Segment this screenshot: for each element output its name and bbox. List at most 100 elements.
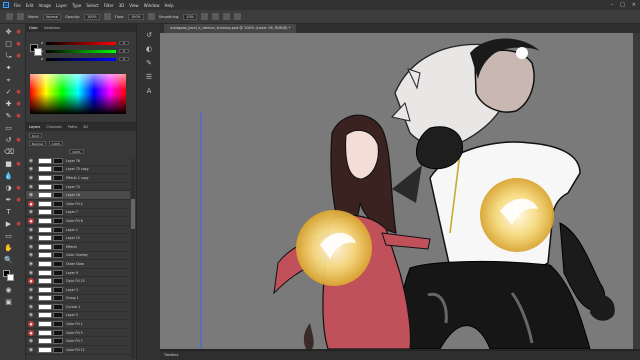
layer-row[interactable]: ◉ Group 1 bbox=[26, 295, 130, 304]
layer-name[interactable]: Curves 1 bbox=[66, 305, 80, 309]
tab-channels[interactable]: Channels bbox=[46, 125, 62, 129]
blend-mode-select[interactable]: Normal bbox=[29, 140, 46, 146]
eraser-tool-icon[interactable]: ⌫ bbox=[4, 148, 14, 157]
mode-select[interactable]: Normal bbox=[43, 13, 62, 20]
color-spectrum[interactable] bbox=[30, 74, 126, 114]
layer-name[interactable]: Layer 76 bbox=[66, 159, 80, 163]
layer-name[interactable]: Color Fill 15 bbox=[66, 279, 85, 283]
canvas[interactable] bbox=[160, 33, 633, 349]
visibility-eye-icon[interactable]: ● bbox=[28, 321, 34, 328]
brush-settings-icon[interactable] bbox=[17, 13, 24, 20]
visibility-eye-icon[interactable]: ◉ bbox=[28, 175, 34, 181]
healing-tool-icon[interactable]: ✚ bbox=[4, 100, 13, 109]
layer-row[interactable]: ◉ Color Fill 7 bbox=[26, 337, 130, 347]
menu-view[interactable]: View bbox=[129, 3, 139, 8]
visibility-eye-icon[interactable]: ◉ bbox=[28, 295, 34, 301]
gradient-tool-icon[interactable]: ■ bbox=[4, 160, 13, 169]
menu-3d[interactable]: 3D bbox=[119, 3, 125, 8]
red-slider[interactable] bbox=[46, 42, 116, 45]
angle-icon[interactable] bbox=[211, 13, 219, 20]
layers-scrollbar-thumb[interactable] bbox=[131, 199, 135, 229]
layer-name[interactable]: Color Overlay bbox=[66, 253, 88, 257]
menu-help[interactable]: Help bbox=[164, 3, 173, 8]
menu-layer[interactable]: Layer bbox=[56, 3, 67, 8]
smoothing-field[interactable]: 10% bbox=[183, 13, 197, 20]
pressure-opacity-icon[interactable] bbox=[103, 13, 111, 20]
visibility-eye-icon[interactable]: ◉ bbox=[28, 209, 34, 215]
tab-color[interactable]: Color bbox=[29, 26, 38, 30]
visibility-eye-icon[interactable]: ◉ bbox=[28, 158, 34, 164]
layer-row[interactable]: ◉ Layer 75 copy bbox=[26, 166, 130, 175]
move-tool-icon[interactable]: ✥ bbox=[4, 28, 13, 37]
maximize-icon[interactable]: □ bbox=[620, 2, 625, 8]
layer-name[interactable]: Layer 15 bbox=[66, 236, 80, 240]
menu-select[interactable]: Select bbox=[86, 3, 98, 8]
menu-image[interactable]: Image bbox=[38, 3, 51, 8]
eyedropper-tool-icon[interactable]: ✓ bbox=[4, 88, 13, 97]
visibility-eye-icon[interactable]: ◉ bbox=[28, 244, 34, 250]
properties-panel-icon[interactable]: ☰ bbox=[144, 72, 154, 82]
tab-layers[interactable]: Layers bbox=[29, 125, 40, 129]
layer-name[interactable]: Color Fill 1 bbox=[66, 322, 83, 326]
layer-name[interactable]: Layer 9 bbox=[66, 271, 78, 275]
layer-row[interactable]: ◉ Layer 15 bbox=[26, 234, 130, 243]
history-panel-icon[interactable]: ↺ bbox=[144, 30, 154, 40]
close-icon[interactable]: × bbox=[632, 2, 636, 8]
timeline-label[interactable]: Timeline bbox=[164, 353, 178, 357]
layer-name[interactable]: Layer 3 bbox=[66, 288, 78, 292]
visibility-eye-icon[interactable]: ◉ bbox=[28, 184, 34, 190]
adjustments-panel-icon[interactable]: ◐ bbox=[144, 44, 154, 54]
layer-name[interactable]: Layer 75 copy bbox=[66, 167, 89, 171]
layers-scrollbar[interactable] bbox=[131, 159, 135, 359]
background-color-swatch[interactable] bbox=[7, 274, 14, 281]
visibility-eye-icon[interactable]: ◉ bbox=[28, 235, 34, 241]
menu-window[interactable]: Window bbox=[144, 3, 160, 8]
layer-name[interactable]: Color Fill 6 bbox=[66, 219, 83, 223]
layer-name[interactable]: Color Fill 12 bbox=[66, 348, 85, 352]
type-tool-icon[interactable]: T bbox=[4, 208, 13, 217]
layer-row[interactable]: ◉ Layer 9 bbox=[26, 269, 130, 278]
visibility-eye-icon[interactable]: ◉ bbox=[28, 252, 34, 258]
pen-tool-icon[interactable]: ✒ bbox=[4, 196, 13, 205]
blue-value[interactable]: 0 bbox=[119, 57, 129, 61]
layer-row[interactable]: ◉ Effects 1 copy bbox=[26, 174, 130, 183]
layer-row[interactable]: ◉ Layer 1 bbox=[26, 226, 130, 235]
canvas-vertical-scrollbar[interactable] bbox=[633, 33, 640, 349]
layer-row[interactable]: ◉ Layer 5 bbox=[26, 312, 130, 321]
history-brush-tool-icon[interactable]: ↺ bbox=[4, 136, 13, 145]
visibility-eye-icon[interactable]: ◉ bbox=[28, 338, 34, 344]
menu-type[interactable]: Type bbox=[72, 3, 81, 8]
layer-row[interactable]: ◉ Layer 74 bbox=[26, 183, 130, 192]
visibility-eye-icon[interactable]: ● bbox=[28, 217, 34, 224]
visibility-eye-icon[interactable]: ◉ bbox=[28, 270, 34, 276]
opacity-field[interactable]: 100% bbox=[84, 13, 100, 20]
clone-stamp-tool-icon[interactable]: ▭ bbox=[4, 124, 13, 133]
visibility-eye-icon[interactable]: ● bbox=[28, 200, 34, 207]
layer-row[interactable]: ● Color Fill 4 bbox=[26, 200, 130, 209]
layer-kind-filter[interactable]: Kind bbox=[29, 132, 42, 138]
layer-row[interactable]: ◉ Effects bbox=[26, 243, 130, 252]
layer-name[interactable]: Effects 1 copy bbox=[66, 176, 89, 180]
layer-row[interactable]: ● Color Fill 6 bbox=[26, 217, 130, 226]
tab-swatches[interactable]: Swatches bbox=[44, 26, 60, 30]
layer-name[interactable]: Layer 16 bbox=[66, 193, 80, 197]
document-tab[interactable]: mangaas_jecel_k_demon_training.psd @ 100… bbox=[164, 24, 297, 33]
layer-row[interactable]: ◉ Outer Glow bbox=[26, 260, 130, 269]
quick-mask-icon[interactable]: ◉ bbox=[4, 286, 13, 295]
visibility-eye-icon[interactable]: ◉ bbox=[28, 166, 34, 172]
screen-mode-icon[interactable]: ▣ bbox=[4, 298, 13, 307]
smoothing-options-icon[interactable] bbox=[200, 13, 208, 20]
layer-name[interactable]: Color Fill 5 bbox=[66, 331, 83, 335]
red-value[interactable]: 0 bbox=[119, 41, 129, 45]
tab-3d[interactable]: 3D bbox=[83, 125, 88, 129]
character-panel-icon[interactable]: A bbox=[144, 86, 154, 96]
brushes-panel-icon[interactable]: ✎ bbox=[144, 58, 154, 68]
layer-name[interactable]: Effects bbox=[66, 245, 77, 249]
airbrush-icon[interactable] bbox=[147, 13, 155, 20]
blue-slider[interactable] bbox=[46, 58, 116, 61]
visibility-eye-icon[interactable]: ● bbox=[28, 329, 34, 336]
layer-name[interactable]: Group 1 bbox=[66, 296, 79, 300]
layer-name[interactable]: Layer 7 bbox=[66, 210, 78, 214]
layer-row[interactable]: ◉ Layer 7 bbox=[26, 209, 130, 218]
layer-row[interactable]: ◉ Layer 16 bbox=[26, 191, 130, 200]
